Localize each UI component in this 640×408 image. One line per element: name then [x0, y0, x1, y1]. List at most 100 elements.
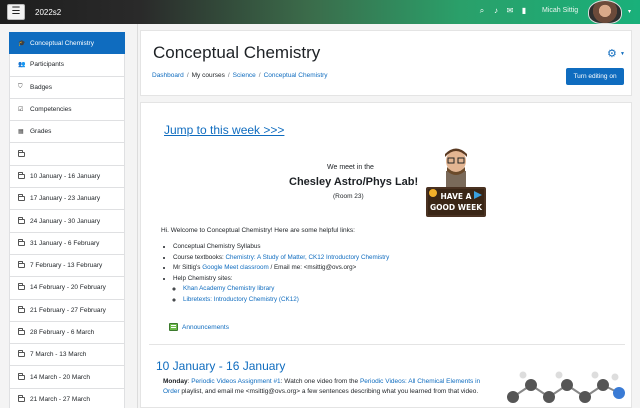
- jump-to-week-link[interactable]: Jump to this week >>>: [164, 123, 284, 137]
- room-number: (Room 23): [333, 193, 364, 200]
- breadcrumb-science[interactable]: Science: [233, 72, 256, 79]
- summary-text-2: playlist, and email me <msittig@ovs.org>…: [179, 388, 479, 395]
- libretexts-link[interactable]: Libretexts: Introductory Chemistry (CK12…: [183, 296, 299, 303]
- week-summary: Monday: Periodic Videos Assignment #1: W…: [163, 377, 483, 397]
- molecule-image: [507, 371, 625, 403]
- forum-icon: [169, 323, 178, 331]
- drawer-item-participants[interactable]: 👥 Participants: [9, 54, 125, 77]
- chevron-down-icon[interactable]: ▼: [620, 51, 625, 57]
- site-name[interactable]: 2022s2: [35, 8, 61, 17]
- page-title: Conceptual Chemistry: [153, 43, 321, 62]
- table-icon: ▦: [18, 129, 24, 136]
- drawer-item-week[interactable]: 7 March - 13 March: [9, 344, 125, 367]
- drawer-list: 🎓 Conceptual Chemistry 👥 Participants ⛉ …: [9, 32, 125, 408]
- breadcrumb: Dashboard / My courses / Science / Conce…: [152, 72, 328, 79]
- drawer-item-label: Badges: [30, 83, 53, 91]
- drawer-item-label: 7 February - 13 February: [30, 262, 103, 270]
- folder-icon: [18, 261, 25, 269]
- drawer-item-week[interactable]: 21 March - 27 March: [9, 388, 125, 408]
- drawer-item-competencies[interactable]: ☑ Competencies: [9, 98, 125, 122]
- course-content: Jump to this week >>> We meet in the Che…: [140, 102, 632, 408]
- drawer-item-week[interactable]: 7 February - 13 February: [9, 254, 125, 278]
- google-meet-link[interactable]: Google Meet classroom: [202, 264, 269, 271]
- chat-icon[interactable]: ✉: [506, 6, 514, 15]
- general-section: Jump to this week >>> We meet in the Che…: [149, 109, 625, 345]
- breadcrumb-my-courses: My courses: [191, 72, 225, 79]
- drawer-item-week[interactable]: 14 March - 20 March: [9, 366, 125, 389]
- navbar-icons: ⌕ ♪ ✉ ▮: [478, 6, 528, 15]
- graduation-cap-icon: 🎓: [18, 40, 26, 47]
- users-icon: 👥: [18, 62, 26, 69]
- drawer-item-week[interactable]: 17 January - 23 January: [9, 188, 125, 211]
- sign-text-line2: GOOD WEEK: [430, 203, 483, 212]
- drawer-item-grades[interactable]: ▦ Grades: [9, 121, 125, 144]
- drawer-item-label: 31 January - 6 February: [30, 239, 100, 247]
- drawer-item-label: 28 February - 6 March: [30, 329, 95, 336]
- meet-text: We meet in the: [327, 164, 374, 171]
- drawer-item-label: Conceptual Chemistry: [30, 39, 94, 47]
- classroom-prefix: Mr Sittig's: [173, 264, 203, 271]
- breadcrumb-course[interactable]: Conceptual Chemistry: [264, 72, 328, 79]
- help-label: Help Chemistry sites:: [173, 274, 233, 282]
- welcome-text: Hi. Welcome to Conceptual Chemistry! Her…: [161, 227, 355, 234]
- drawer-item-course[interactable]: 🎓 Conceptual Chemistry: [9, 32, 125, 55]
- announcements-activity[interactable]: Announcements: [169, 323, 229, 331]
- user-name[interactable]: Micah Sittig: [542, 7, 578, 14]
- sign-text-line1: HAVE A: [441, 192, 472, 201]
- syllabus-item: Conceptual Chemistry Syllabus: [173, 242, 389, 253]
- drawer-item-label: 10 January - 16 January: [30, 172, 101, 180]
- breadcrumb-separator: /: [227, 72, 230, 79]
- folder-icon: [18, 216, 25, 224]
- drawer-item-week[interactable]: 31 January - 6 February: [9, 232, 125, 255]
- breadcrumb-separator: /: [186, 72, 189, 79]
- breadcrumb-dashboard[interactable]: Dashboard: [152, 72, 184, 79]
- libretexts-item: Libretexts: Introductory Chemistry (CK12…: [183, 295, 389, 306]
- chevron-down-icon[interactable]: ▾: [628, 8, 631, 15]
- syllabus-link[interactable]: Conceptual Chemistry Syllabus: [173, 243, 261, 250]
- folder-icon: [18, 238, 25, 246]
- announcements-link[interactable]: Announcements: [182, 324, 229, 331]
- textbooks-label: Course textbooks:: [173, 253, 226, 261]
- avatar[interactable]: [588, 0, 622, 24]
- folder-icon: [18, 394, 25, 402]
- email-text: / Email me: <msittig@ovs.org>: [268, 264, 357, 271]
- drawer-item-label: Grades: [30, 128, 52, 136]
- helpful-links: Conceptual Chemistry Syllabus Course tex…: [171, 242, 389, 305]
- drawer-item-label: 14 February - 20 February: [30, 284, 106, 292]
- summary-text: : Watch one video from the: [280, 378, 360, 385]
- drawer-item-label: 21 February - 27 February: [30, 306, 106, 314]
- drawer-item-badges[interactable]: ⛉ Badges: [9, 76, 125, 99]
- drawer-item-week[interactable]: 28 February - 6 March: [9, 321, 125, 345]
- textbooks-link[interactable]: Chemistry: A Study of Matter, CK12 Intro…: [226, 254, 390, 261]
- day-label: Monday: [163, 378, 188, 385]
- classroom-item: Mr Sittig's Google Meet classroom / Emai…: [173, 263, 389, 274]
- drawer-item-week[interactable]: 21 February - 27 February: [9, 299, 125, 322]
- folder-icon: [18, 350, 25, 358]
- nav-drawer: 🎓 Conceptual Chemistry 👥 Participants ⛉ …: [0, 24, 138, 408]
- drawer-item-week[interactable]: 14 February - 20 February: [9, 277, 125, 300]
- drawer-item-label: 17 January - 23 January: [30, 195, 101, 203]
- khan-link[interactable]: Khan Academy Chemistry library: [183, 285, 274, 292]
- khan-item: Khan Academy Chemistry library: [183, 284, 389, 295]
- assignment-link[interactable]: Periodic Videos Assignment #1: [191, 378, 281, 385]
- bell-icon[interactable]: ♪: [492, 6, 500, 15]
- drawer-item-label: Participants: [30, 61, 64, 69]
- shield-icon: ⛉: [18, 83, 23, 90]
- breadcrumb-separator: /: [258, 72, 261, 79]
- week-section-title[interactable]: 10 January - 16 January: [156, 359, 285, 373]
- bookmark-icon[interactable]: ▮: [520, 6, 528, 15]
- turn-editing-on-button[interactable]: Turn editing on: [566, 68, 624, 85]
- folder-icon: [18, 305, 25, 313]
- drawer-item-week[interactable]: 10 January - 16 January: [9, 165, 125, 189]
- lab-name: Chesley Astro/Phys Lab!: [289, 176, 419, 188]
- drawer-item-general[interactable]: [9, 143, 125, 166]
- folder-icon: [18, 171, 25, 179]
- help-sites: Khan Academy Chemistry library Libretext…: [173, 284, 389, 305]
- gear-icon[interactable]: ⚙: [607, 47, 617, 60]
- drawer-item-label: 21 March - 27 March: [30, 395, 90, 403]
- drawer-item-label: Competencies: [30, 106, 72, 114]
- search-icon[interactable]: ⌕: [478, 6, 486, 15]
- folder-icon: [18, 372, 25, 380]
- hamburger-icon[interactable]: ☰: [7, 4, 25, 20]
- drawer-item-week[interactable]: 24 January - 30 January: [9, 210, 125, 233]
